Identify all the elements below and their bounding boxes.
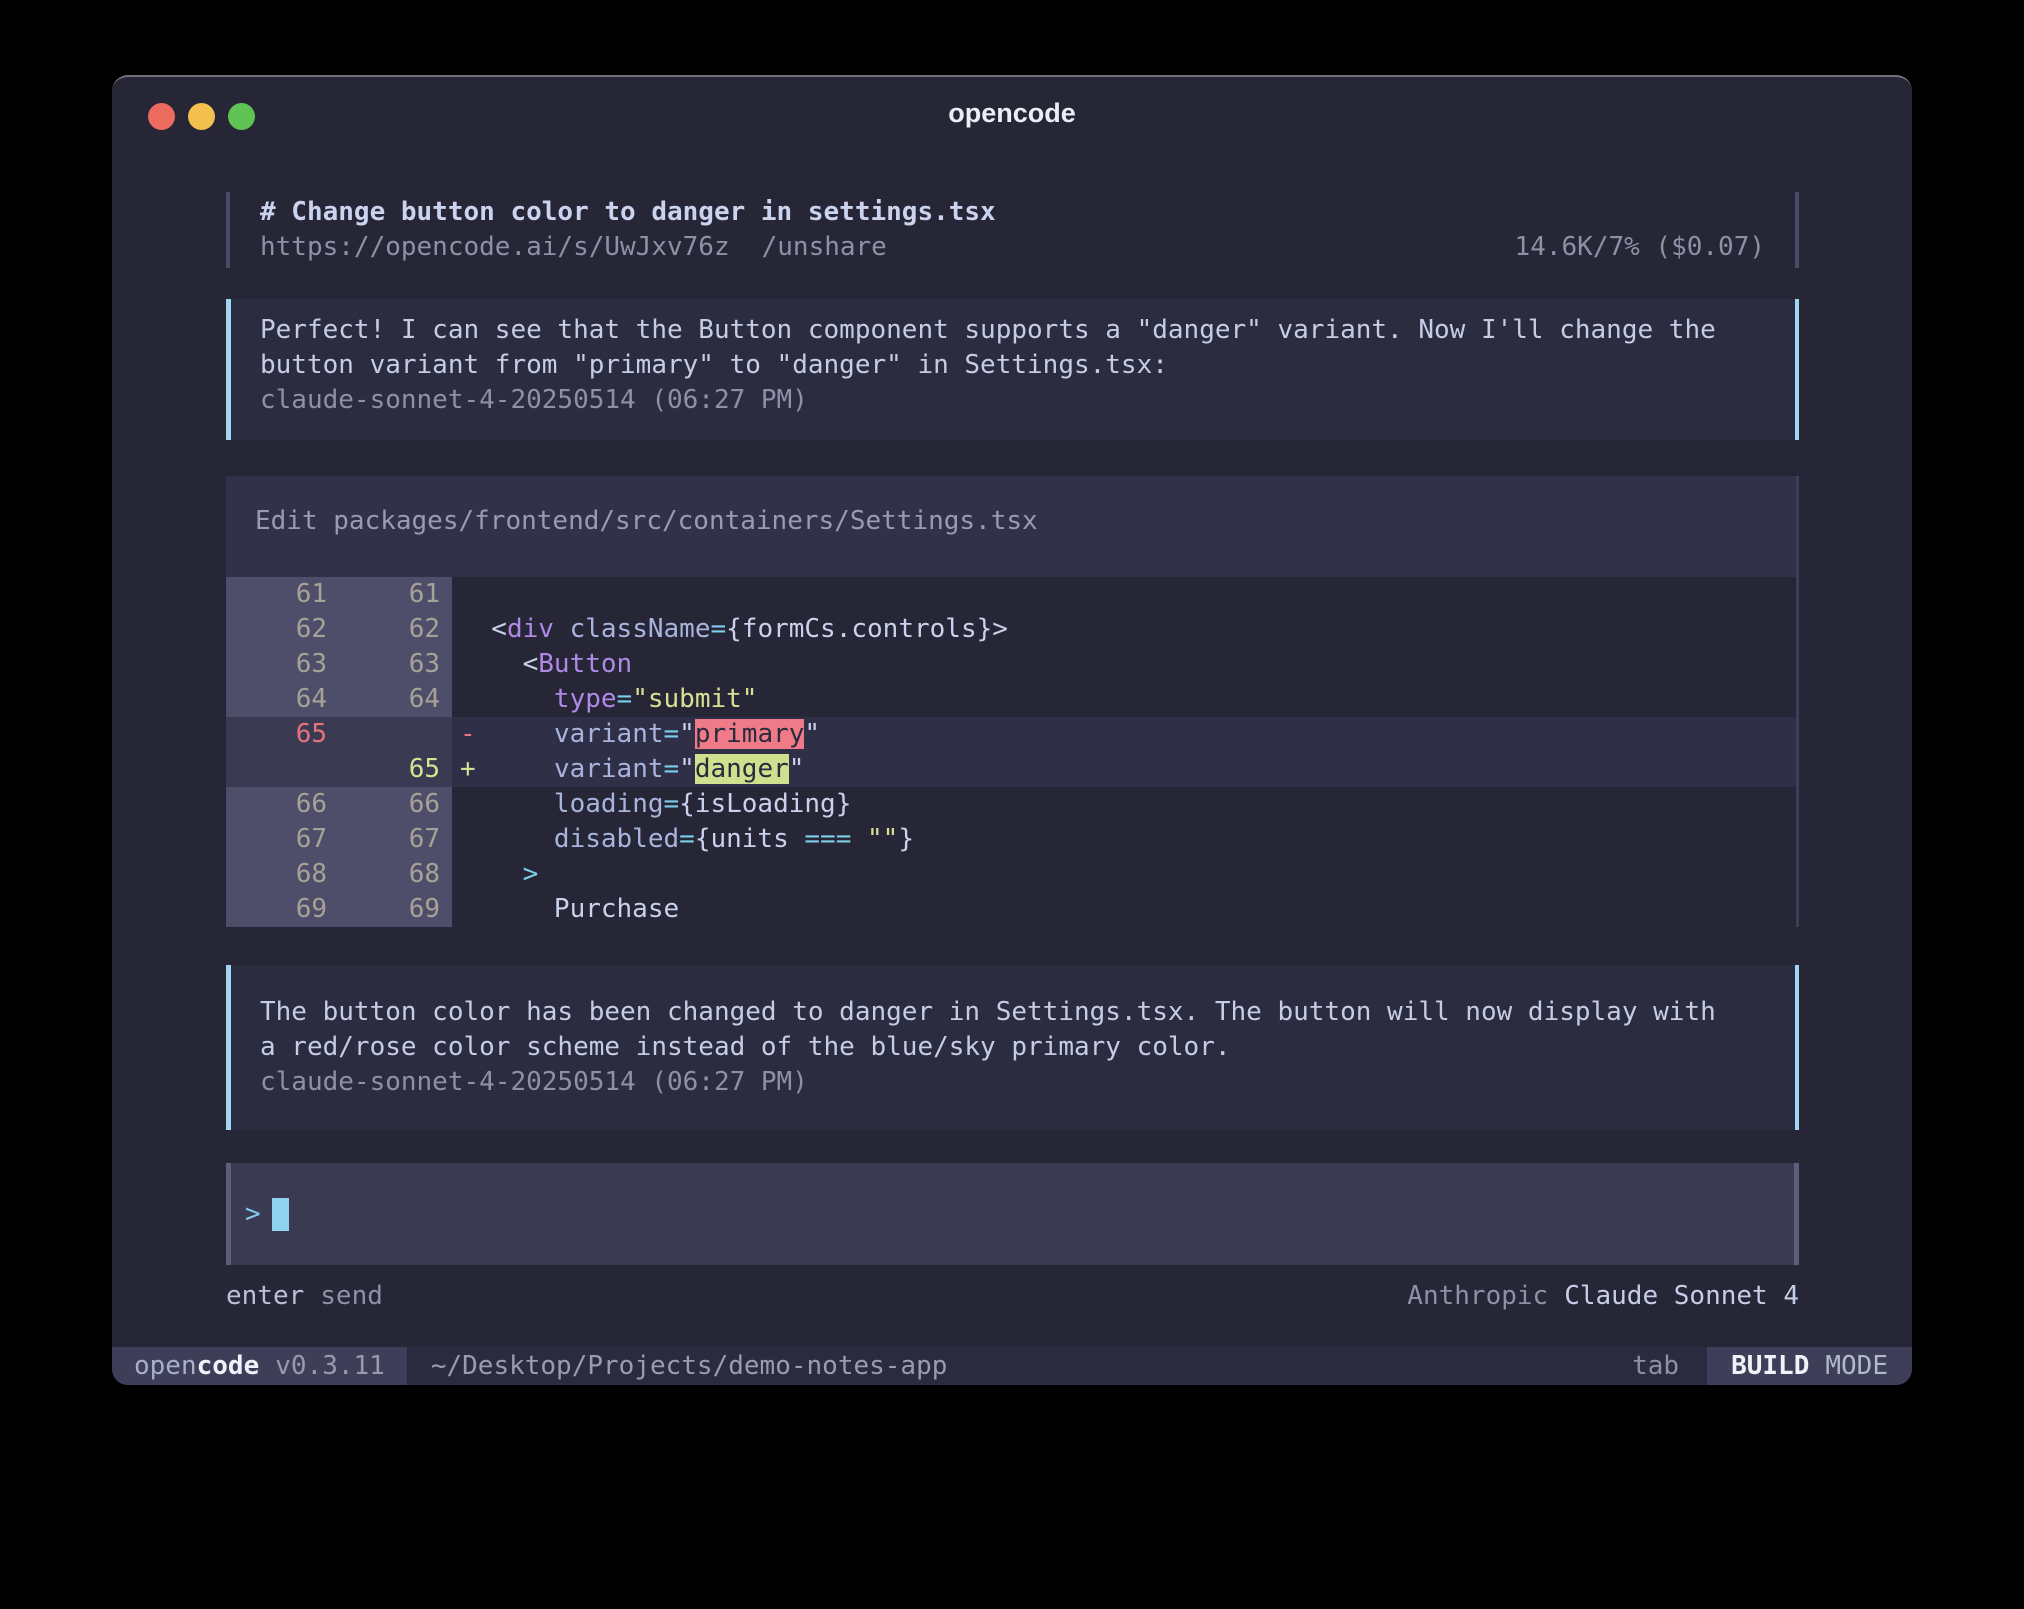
code-line: - variant="primary" <box>452 717 1796 752</box>
app-name-normal: open <box>134 1351 197 1381</box>
code-line: Purchase <box>452 892 1796 927</box>
prompt-input[interactable]: > <box>226 1163 1799 1265</box>
edit-tool-title: Edit packages/frontend/src/containers/Se… <box>226 504 1796 539</box>
line-number-old: 61 <box>226 577 339 612</box>
code-line: type="submit" <box>452 682 1796 717</box>
diff-row: 6262 <div className={formCs.controls}> <box>226 612 1796 647</box>
line-number-new: 66 <box>339 787 452 822</box>
message-line: Perfect! I can see that the Button compo… <box>260 313 1766 348</box>
message-line: button variant from "primary" to "danger… <box>260 348 1766 383</box>
diff-row: 65 - variant="primary" <box>226 717 1796 752</box>
session-subheader: https://opencode.ai/s/UwJxv76z/unshare 1… <box>260 230 1765 265</box>
line-number-new: 65 <box>339 752 452 787</box>
line-number-old <box>226 752 339 787</box>
send-action-label: send <box>320 1281 383 1311</box>
code-line: <div className={formCs.controls}> <box>452 612 1796 647</box>
unshare-command[interactable]: /unshare <box>762 232 887 262</box>
mode-name: BUILD <box>1731 1351 1809 1381</box>
line-number-new: 67 <box>339 822 452 857</box>
line-number-old: 64 <box>226 682 339 717</box>
close-button[interactable] <box>148 103 175 130</box>
app-version: v0.3.11 <box>275 1351 385 1381</box>
line-number-new: 68 <box>339 857 452 892</box>
edit-tool-block: Edit packages/frontend/src/containers/Se… <box>226 476 1799 927</box>
model-label: Claude Sonnet 4 <box>1564 1281 1799 1311</box>
code-line: disabled={units === ""} <box>452 822 1796 857</box>
app-version-segment: opencode v0.3.11 <box>112 1347 407 1385</box>
diff-view: 61616262 <div className={formCs.controls… <box>226 577 1796 927</box>
line-number-old: 67 <box>226 822 339 857</box>
line-number-old: 62 <box>226 612 339 647</box>
line-number-new: 62 <box>339 612 452 647</box>
mode-suffix: MODE <box>1825 1351 1888 1381</box>
line-number-new: 69 <box>339 892 452 927</box>
prompt-symbol: > <box>245 1197 261 1232</box>
minimize-button[interactable] <box>188 103 215 130</box>
line-number-old: 69 <box>226 892 339 927</box>
provider-label: Anthropic <box>1407 1281 1548 1311</box>
message-meta: claude-sonnet-4-20250514 (06:27 PM) <box>260 383 1766 418</box>
diff-row: 6464 type="submit" <box>226 682 1796 717</box>
window-title: opencode <box>948 96 1076 131</box>
code-line: loading={isLoading} <box>452 787 1796 822</box>
diff-row: 6161 <box>226 577 1796 612</box>
line-number-old: 66 <box>226 787 339 822</box>
diff-row: 65+ variant="danger" <box>226 752 1796 787</box>
message-line: The button color has been changed to dan… <box>260 995 1766 1030</box>
mode-segment[interactable]: BUILD MODE <box>1707 1347 1912 1385</box>
code-line: > <box>452 857 1796 892</box>
line-number-new: 61 <box>339 577 452 612</box>
assistant-message: Perfect! I can see that the Button compo… <box>226 299 1799 440</box>
model-indicator: Anthropic Claude Sonnet 4 <box>1407 1279 1799 1314</box>
text-cursor <box>272 1198 289 1231</box>
hint-row: enter send Anthropic Claude Sonnet 4 <box>226 1279 1799 1314</box>
share-info: https://opencode.ai/s/UwJxv76z/unshare <box>260 230 887 265</box>
diff-row: 6666 loading={isLoading} <box>226 787 1796 822</box>
line-number-old: 65 <box>226 717 339 752</box>
code-line <box>452 577 1796 612</box>
token-usage: 14.6K/7% ($0.07) <box>1515 230 1765 265</box>
line-number-old: 63 <box>226 647 339 682</box>
message-meta: claude-sonnet-4-20250514 (06:27 PM) <box>260 1065 1766 1100</box>
titlebar: opencode <box>112 77 1912 149</box>
line-number-old: 68 <box>226 857 339 892</box>
zoom-button[interactable] <box>228 103 255 130</box>
assistant-message: The button color has been changed to dan… <box>226 965 1799 1130</box>
app-name-bold: code <box>197 1351 260 1381</box>
diff-row: 6969 Purchase <box>226 892 1796 927</box>
session-header: # Change button color to danger in setti… <box>226 192 1799 268</box>
traffic-lights <box>148 103 255 130</box>
diff-row: 6363 <Button <box>226 647 1796 682</box>
code-line: <Button <box>452 647 1796 682</box>
share-url-link[interactable]: https://opencode.ai/s/UwJxv76z <box>260 232 730 262</box>
send-hint: enter send <box>226 1279 383 1314</box>
main-content: # Change button color to danger in setti… <box>112 192 1912 1314</box>
tab-key-hint: tab <box>1632 1347 1679 1385</box>
opencode-window: opencode # Change button color to danger… <box>112 75 1912 1385</box>
line-number-new <box>339 717 452 752</box>
message-line: a red/rose color scheme instead of the b… <box>260 1030 1766 1065</box>
diff-row: 6767 disabled={units === ""} <box>226 822 1796 857</box>
line-number-new: 63 <box>339 647 452 682</box>
diff-row: 6868 > <box>226 857 1796 892</box>
line-number-new: 64 <box>339 682 452 717</box>
session-title: # Change button color to danger in setti… <box>260 195 1765 230</box>
enter-key-hint: enter <box>226 1281 304 1311</box>
status-bar: opencode v0.3.11 ~/Desktop/Projects/demo-… <box>112 1347 1912 1385</box>
code-line: + variant="danger" <box>452 752 1796 787</box>
working-directory: ~/Desktop/Projects/demo-notes-app <box>431 1347 1632 1385</box>
